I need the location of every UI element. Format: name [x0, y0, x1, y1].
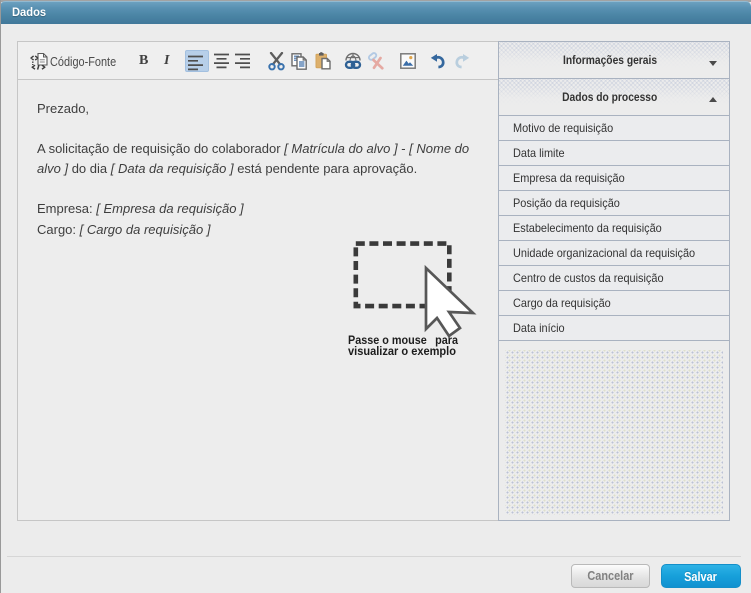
svg-text:visualizar o exemplo: visualizar o exemplo: [348, 344, 456, 358]
